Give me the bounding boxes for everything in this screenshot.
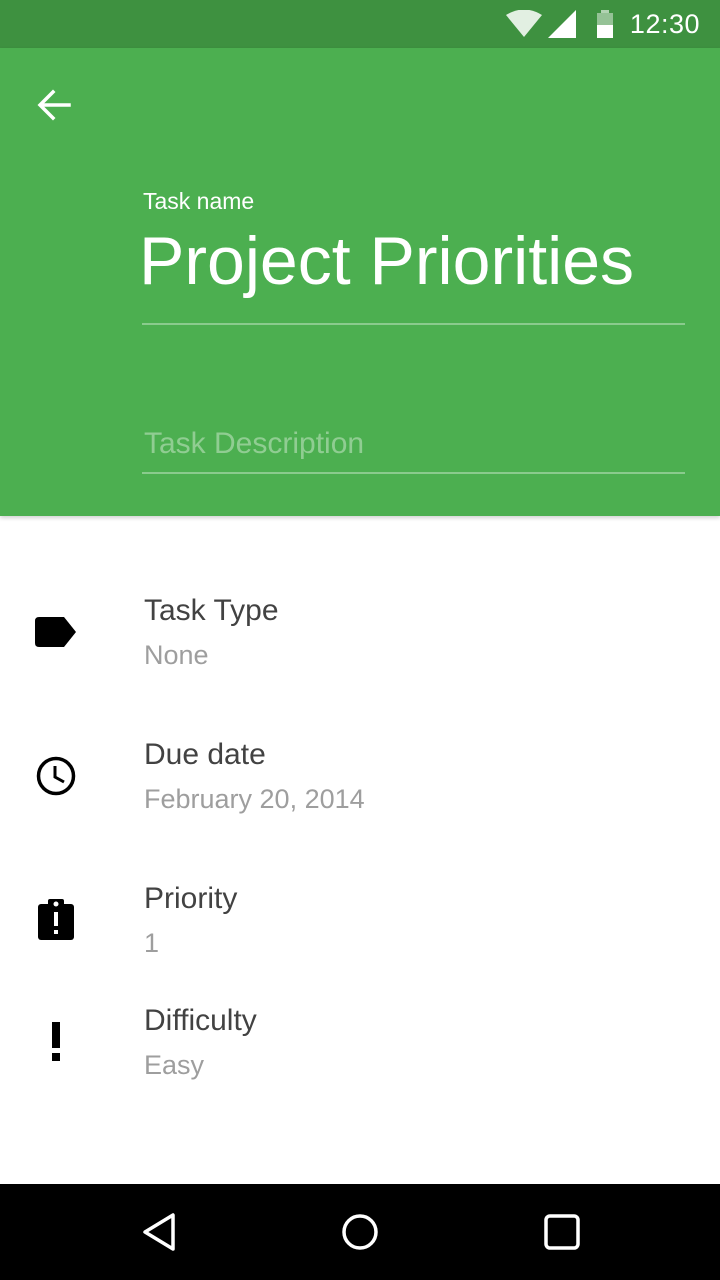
task-type-label: Task Type [144,594,279,627]
task-name-underline [142,323,685,325]
priority-row[interactable]: Priority 1 [0,882,720,992]
task-name-field[interactable]: Project Priorities [139,216,634,306]
assignment-late-icon [32,896,80,944]
nav-home-button[interactable] [330,1208,390,1256]
status-time: 12:30 [629,8,700,39]
priority-value: 1 [144,928,160,958]
task-header: Task name Project Priorities [0,48,720,516]
back-button[interactable] [24,80,84,130]
task-description-underline [142,472,685,474]
nav-recents-button[interactable] [532,1208,592,1256]
label-tag-icon [32,608,80,656]
arrow-back-icon [37,89,71,121]
recents-square-icon [544,1214,580,1250]
task-type-value: None [144,640,209,670]
wifi-icon [505,10,542,37]
task-type-row[interactable]: Task Type None [0,594,720,704]
status-icons: 12:30 [505,0,700,48]
priority-label: Priority [144,882,238,915]
task-name-label: Task name [143,188,255,214]
difficulty-label: Difficulty [144,1004,257,1037]
due-date-row[interactable]: Due date February 20, 2014 [0,738,720,848]
difficulty-value: Easy [144,1050,205,1080]
status-bar: 12:30 [0,0,720,48]
home-circle-icon [342,1214,378,1250]
difficulty-row[interactable]: Difficulty Easy [0,1004,720,1114]
cellular-signal-icon [547,10,576,38]
due-date-value: February 20, 2014 [144,784,365,814]
due-date-label: Due date [144,738,266,771]
back-triangle-icon [143,1213,175,1251]
nav-back-button[interactable] [130,1208,190,1256]
clock-icon [32,752,80,800]
task-description-input[interactable] [144,422,684,466]
navigation-bar [0,1184,720,1280]
exclamation-icon [32,1018,80,1066]
battery-icon [596,10,613,38]
